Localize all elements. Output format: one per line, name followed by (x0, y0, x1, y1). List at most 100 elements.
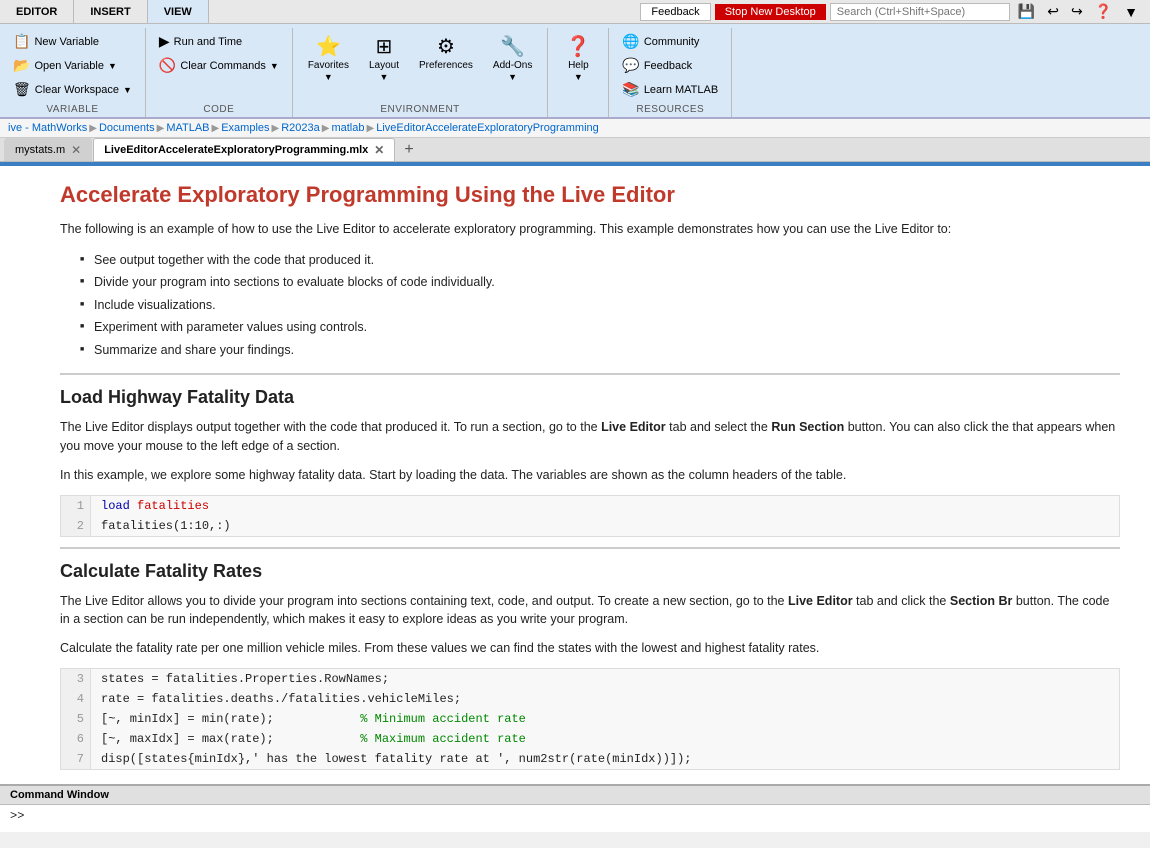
bullet-item: Experiment with parameter values using c… (80, 316, 1120, 339)
editor-content[interactable]: Accelerate Exploratory Programming Using… (0, 162, 1150, 784)
clear-commands-button[interactable]: 🚫 Clear Commands ▼ (154, 54, 284, 77)
open-variable-button[interactable]: 📂 Open Variable ▼ (8, 54, 137, 77)
add-ons-button[interactable]: 🔧 Add-Ons ▼ (486, 30, 539, 86)
command-window-title: Command Window (0, 786, 1150, 805)
section2-title: Calculate Fatality Rates (60, 561, 1120, 582)
code-line-3: 3 states = fatalities.Properties.RowName… (61, 669, 1119, 689)
code-block-1: 1 load fatalities 2 fatalities(1:10,:) (60, 495, 1120, 537)
menu-tab-bar: EDITOR INSERT VIEW Feedback Stop New Des… (0, 0, 1150, 24)
save-icon[interactable]: 💾 (1014, 3, 1039, 20)
ribbon: 📋 New Variable 📂 Open Variable ▼ 🗑 Clear… (0, 24, 1150, 119)
breadcrumb-item-4[interactable]: R2023a (281, 122, 320, 134)
clear-workspace-button[interactable]: 🗑 Clear Workspace ▼ (8, 78, 137, 101)
breadcrumb-item-1[interactable]: Documents (99, 122, 155, 134)
add-tab-button[interactable]: + (396, 141, 421, 159)
stop-new-desktop-button[interactable]: Stop New Desktop (715, 4, 826, 20)
section-load-highway: Load Highway Fatality Data The Live Edit… (60, 373, 1120, 536)
close-tab-live-editor[interactable]: ✕ (374, 143, 384, 157)
breadcrumb-item-2[interactable]: MATLAB (166, 122, 209, 134)
intro-paragraph: The following is an example of how to us… (60, 220, 1120, 239)
help-question-icon: ❓ (566, 34, 591, 59)
menu-icon[interactable]: ▼ (1120, 4, 1142, 20)
open-variable-dropdown[interactable]: ▼ (108, 61, 117, 71)
breadcrumb: ive - MathWorks ▶ Documents ▶ MATLAB ▶ E… (0, 119, 1150, 138)
insert-tab[interactable]: INSERT (74, 0, 147, 23)
clear-workspace-dropdown[interactable]: ▼ (123, 85, 132, 95)
breadcrumb-item-5[interactable]: matlab (331, 122, 364, 134)
add-ons-icon: 🔧 (500, 34, 525, 59)
close-tab-mystats[interactable]: ✕ (71, 143, 81, 157)
code-line-2: 2 fatalities(1:10,:) (61, 516, 1119, 536)
environment-section-label: ENVIRONMENT (293, 104, 548, 115)
new-variable-icon: 📋 (13, 33, 30, 50)
layout-button[interactable]: ⊞ Layout ▼ (362, 30, 406, 86)
help-dropdown[interactable]: ▼ (574, 72, 583, 82)
help-icon[interactable]: ❓ (1091, 3, 1116, 20)
section1-title: Load Highway Fatality Data (60, 387, 1120, 408)
run-icon: ▶ (159, 33, 170, 50)
variable-section-label: VARIABLE (0, 104, 145, 115)
clear-commands-icon: 🚫 (159, 57, 176, 74)
help-section: ❓ Help ▼ (548, 28, 609, 117)
breadcrumb-item-6[interactable]: LiveEditorAccelerateExploratoryProgrammi… (376, 122, 599, 134)
bullet-item: See output together with the code that p… (80, 249, 1120, 272)
code-line-4: 4 rate = fatalities.deaths./fatalities.v… (61, 689, 1119, 709)
code-line-6: 6 [~, maxIdx] = max(rate); % Maximum acc… (61, 729, 1119, 749)
code-line-5: 5 [~, minIdx] = min(rate); % Minimum acc… (61, 709, 1119, 729)
main-area: Accelerate Exploratory Programming Using… (0, 162, 1150, 832)
command-window: Command Window >> (0, 784, 1150, 832)
environment-section: ⭐ Favorites ▼ ⊞ Layout ▼ ⚙ Preferences 🔧… (293, 28, 549, 117)
learn-matlab-icon: 📚 (622, 81, 639, 98)
new-variable-button[interactable]: 📋 New Variable (8, 30, 137, 53)
view-tab[interactable]: VIEW (148, 0, 209, 23)
clear-commands-dropdown[interactable]: ▼ (270, 61, 279, 71)
help-button[interactable]: ❓ Help ▼ (556, 30, 600, 86)
doc-tab-live-editor[interactable]: LiveEditorAccelerateExploratoryProgrammi… (93, 138, 395, 161)
code-block-2: 3 states = fatalities.Properties.RowName… (60, 668, 1120, 770)
doc-tab-mystats[interactable]: mystats.m ✕ (4, 138, 92, 161)
document-tabs: mystats.m ✕ LiveEditorAccelerateExplorat… (0, 138, 1150, 162)
run-and-time-button[interactable]: ▶ Run and Time (154, 30, 284, 53)
open-variable-icon: 📂 (13, 57, 30, 74)
breadcrumb-item-3[interactable]: Examples (221, 122, 269, 134)
undo-icon[interactable]: ↩ (1043, 3, 1063, 20)
layout-dropdown[interactable]: ▼ (380, 72, 389, 82)
section1-para1: The Live Editor displays output together… (60, 418, 1120, 456)
community-icon: 🌐 (622, 33, 639, 50)
feedback-button[interactable]: Feedback (640, 3, 710, 21)
resources-section-label: RESOURCES (609, 104, 731, 115)
code-line-7: 7 disp([states{minIdx},' has the lowest … (61, 749, 1119, 769)
code-section-label: CODE (146, 104, 292, 115)
search-input[interactable] (830, 3, 1010, 21)
community-button[interactable]: 🌐 Community (617, 30, 723, 53)
favorites-dropdown[interactable]: ▼ (324, 72, 333, 82)
bullet-item: Include visualizations. (80, 294, 1120, 317)
command-window-content[interactable]: >> (0, 805, 1150, 827)
section2-para1: The Live Editor allows you to divide you… (60, 592, 1120, 630)
section2-para2: Calculate the fatality rate per one mill… (60, 639, 1120, 658)
learn-matlab-button[interactable]: 📚 Learn MATLAB (617, 78, 723, 101)
resources-section: 🌐 Community 💬 Feedback 📚 Learn MATLAB RE… (609, 28, 732, 117)
preferences-icon: ⚙ (437, 34, 455, 59)
code-line-1: 1 load fatalities (61, 496, 1119, 516)
layout-icon: ⊞ (376, 34, 393, 59)
editor-tab[interactable]: EDITOR (0, 0, 74, 23)
document-title: Accelerate Exploratory Programming Using… (60, 182, 1120, 208)
preferences-button[interactable]: ⚙ Preferences (412, 30, 480, 76)
section-calculate-fatality: Calculate Fatality Rates The Live Editor… (60, 547, 1120, 770)
add-ons-dropdown[interactable]: ▼ (508, 72, 517, 82)
section-top-bar (0, 162, 1150, 166)
section1-para2: In this example, we explore some highway… (60, 466, 1120, 485)
favorites-button[interactable]: ⭐ Favorites ▼ (301, 30, 356, 86)
feedback-resource-button[interactable]: 💬 Feedback (617, 54, 723, 77)
favorites-icon: ⭐ (316, 34, 341, 59)
bullet-item: Divide your program into sections to eva… (80, 271, 1120, 294)
variable-section: 📋 New Variable 📂 Open Variable ▼ 🗑 Clear… (0, 28, 146, 117)
clear-workspace-icon: 🗑 (13, 81, 31, 98)
bullet-item: Summarize and share your findings. (80, 339, 1120, 362)
code-section: ▶ Run and Time 🚫 Clear Commands ▼ CODE (146, 28, 293, 117)
breadcrumb-item-0[interactable]: ive - MathWorks (8, 122, 87, 134)
bullet-list: See output together with the code that p… (80, 249, 1120, 362)
redo-icon[interactable]: ↪ (1067, 3, 1087, 20)
feedback-icon: 💬 (622, 57, 639, 74)
